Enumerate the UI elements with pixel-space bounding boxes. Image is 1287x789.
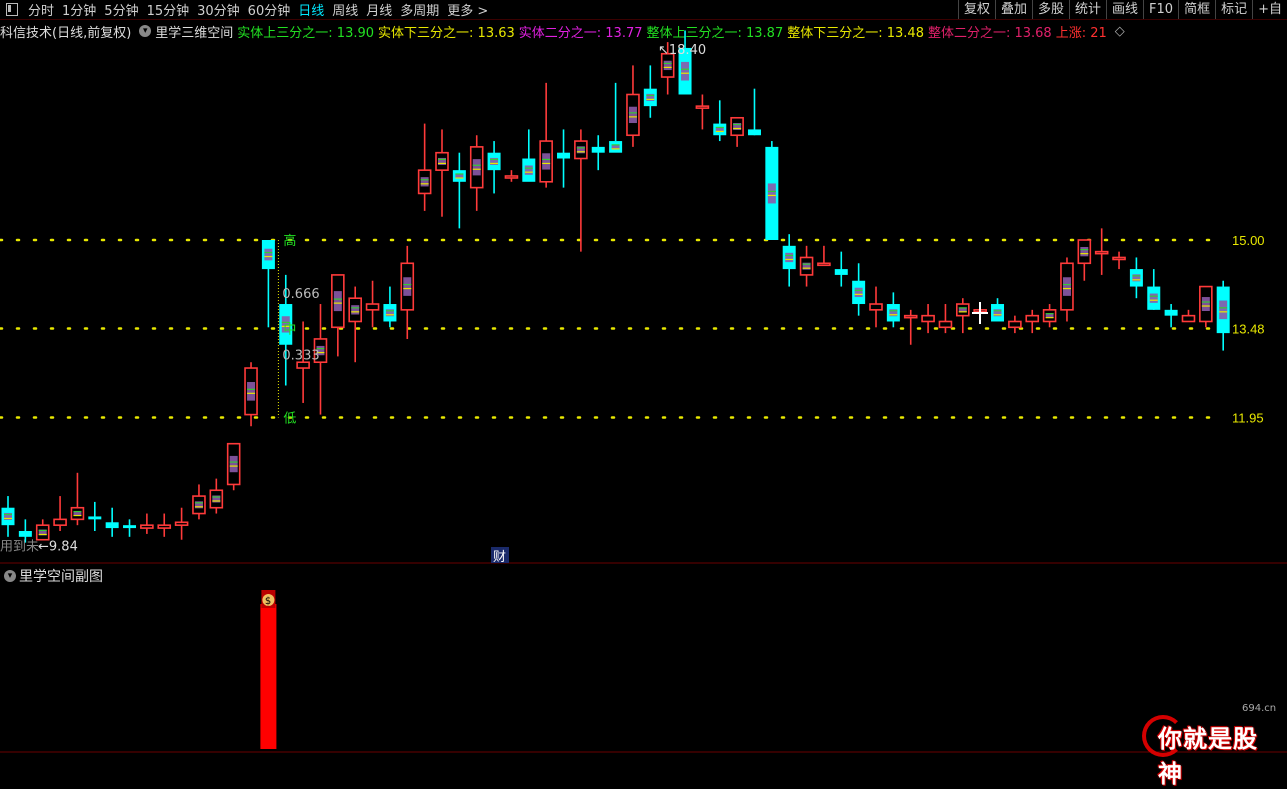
candle-body [591, 146, 605, 153]
candle-body [557, 152, 571, 159]
candle-body [903, 314, 918, 319]
candle-body [747, 129, 761, 136]
watermark-text: 你就是股神 [1158, 725, 1258, 788]
sub-chart-header: ▾ 里学空间副图 [0, 566, 103, 586]
candle-inner-band [420, 177, 429, 187]
candle-inner-band [854, 287, 863, 298]
label-high: 高 [283, 233, 296, 249]
candle-inner-band [1062, 277, 1071, 296]
candle-inner-band [1219, 300, 1228, 320]
candle-body [817, 262, 831, 267]
candle-body [695, 105, 710, 109]
candle-body [921, 314, 935, 323]
candle-body [88, 516, 102, 520]
candle-body [157, 524, 172, 529]
candle-inner-band [1080, 246, 1089, 257]
candle-inner-band [524, 165, 533, 175]
candle-body [1094, 250, 1109, 255]
ratio-0666: 0.666 [282, 287, 319, 302]
label-low: 低 [283, 412, 296, 427]
candle-inner-band [229, 455, 238, 473]
candle-body [53, 518, 67, 526]
candle-inner-band [628, 106, 637, 124]
candle-body [1025, 314, 1040, 323]
candlestick-chart[interactable]: 15.00 13.48 11.95 高中低 0.666 0.333 ↖18.40 ←9.84用… [0, 0, 1287, 756]
candle-inner-band [247, 382, 256, 401]
candle-inner-band [351, 305, 360, 315]
candle-inner-band [681, 61, 690, 81]
candle-inner-band [333, 291, 342, 312]
finance-marker: 财 [493, 550, 506, 565]
money-bag-symbol: $ [265, 596, 271, 607]
candle-inner-band [1149, 293, 1158, 303]
candle-body [140, 524, 154, 529]
candle-body [938, 320, 953, 329]
ratio-0333: 0.333 [282, 348, 319, 363]
candle-inner-band [663, 60, 672, 71]
candle-body [365, 303, 380, 311]
watermark-logo: 你就是股神 694.cn [1142, 703, 1282, 788]
bottom-left-label: 用到未 [0, 539, 39, 554]
watermark-site: 694.cn [1242, 703, 1277, 714]
label-mid: 中 [283, 322, 296, 337]
candle-body [123, 525, 137, 529]
min-price-label: ←9.84 [38, 539, 78, 554]
candle-inner-band [542, 153, 551, 170]
max-price-label: ↖18.40 [658, 43, 706, 58]
candle-body [105, 522, 119, 529]
candle-inner-band [264, 248, 273, 261]
candle-body [18, 531, 32, 537]
candle-body [1181, 314, 1196, 323]
candle-inner-band [472, 159, 481, 176]
candle-inner-band [767, 183, 776, 204]
price-label-low: 11.95 [1232, 411, 1264, 426]
price-label-high: 15.00 [1232, 233, 1265, 248]
sub-chart-title: 里学空间副图 [19, 569, 103, 585]
candle-inner-band [1201, 297, 1210, 312]
price-label-mid: 13.48 [1232, 321, 1265, 336]
candle-body [869, 303, 883, 311]
candle-inner-band [785, 252, 794, 263]
candle-body [504, 175, 519, 179]
sub-chart-bar [260, 604, 277, 749]
candle-body [1164, 309, 1178, 316]
candle-body [1008, 320, 1022, 329]
collapse-icon[interactable]: ▾ [4, 570, 16, 582]
candle-body [834, 269, 848, 275]
candle-inner-band [403, 277, 412, 296]
candle-body [1112, 256, 1126, 261]
candle-body [174, 521, 189, 526]
